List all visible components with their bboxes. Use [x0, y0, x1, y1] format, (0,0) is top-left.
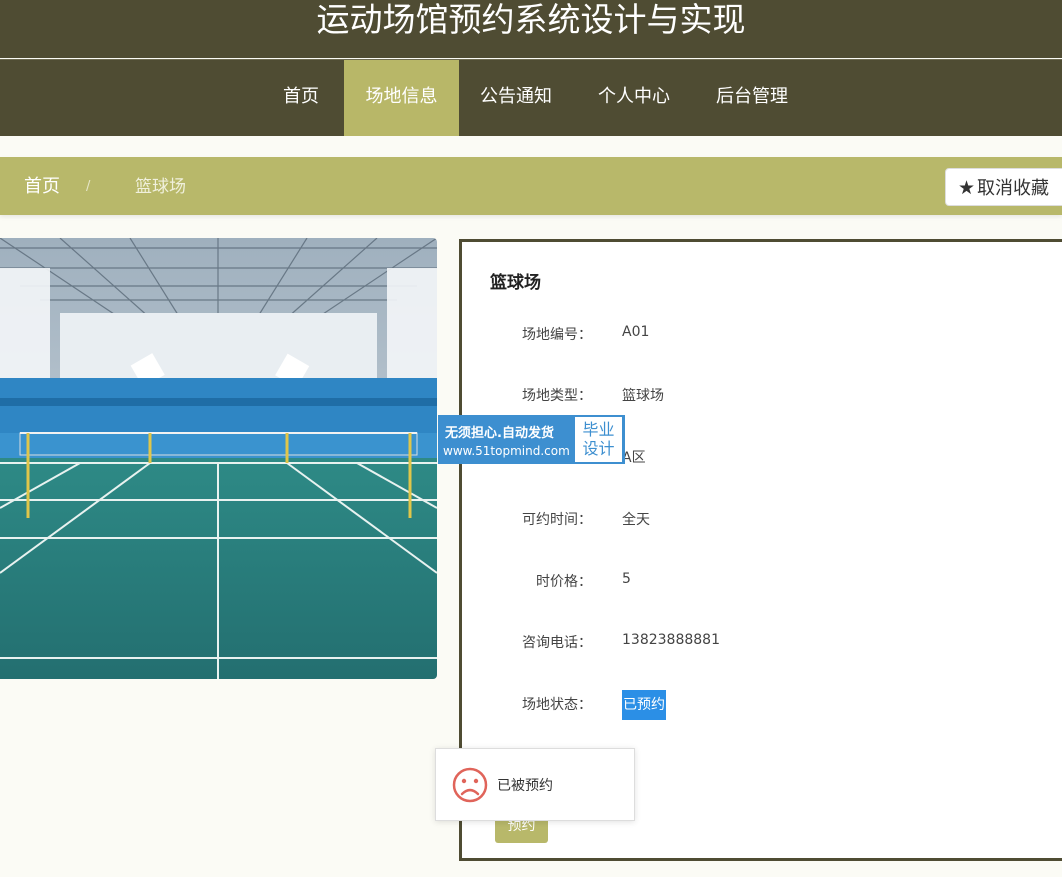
nav-item-profile[interactable]: 个人中心 — [589, 60, 679, 136]
nav-item-home[interactable]: 首页 — [268, 60, 334, 136]
watermark-slogan: 无须担心.自动发货 — [445, 426, 554, 441]
breadcrumb: 首页 / 篮球场 — [0, 157, 1062, 215]
field-value-phone: 13823888881 — [622, 632, 720, 648]
nav-item-venues[interactable]: 场地信息 — [344, 60, 459, 136]
watermark-badge-line1: 毕业 — [582, 420, 615, 439]
nav-item-admin[interactable]: 后台管理 — [707, 60, 797, 136]
field-label-type: 场地类型： — [522, 388, 592, 404]
venue-photo — [0, 238, 437, 679]
unfavorite-button[interactable]: ★ 取消收藏 — [945, 168, 1062, 206]
field-value-status: 已预约 — [622, 690, 666, 720]
field-value-price: 5 — [622, 571, 631, 587]
field-value-time: 全天 — [622, 512, 650, 528]
toast-text: 已被预约 — [497, 778, 553, 794]
field-label-code: 场地编号： — [522, 327, 592, 343]
breadcrumb-current: 篮球场 — [135, 177, 186, 197]
site-title: 运动场馆预约系统设计与实现 — [316, 0, 746, 39]
sad-face-icon — [452, 767, 488, 803]
field-value-area: A区 — [622, 450, 646, 466]
field-value-type: 篮球场 — [622, 388, 664, 404]
status-badge: 已预约 — [622, 690, 666, 720]
nav-item-notices[interactable]: 公告通知 — [471, 60, 561, 136]
field-label-status: 场地状态： — [522, 697, 592, 713]
breadcrumb-separator: / — [86, 179, 91, 194]
site-header: 运动场馆预约系统设计与实现 — [0, 0, 1062, 58]
watermark: 无须担心.自动发货 www.51topmind.com 毕业 设计 — [438, 415, 625, 464]
field-value-code: A01 — [622, 324, 650, 340]
watermark-badge-line2: 设计 — [582, 439, 615, 458]
field-label-price: 时价格： — [536, 574, 592, 590]
toast-message: 已被预约 — [435, 748, 635, 821]
field-label-time: 可约时间： — [522, 512, 592, 528]
breadcrumb-home[interactable]: 首页 — [24, 157, 60, 217]
unfavorite-label: 取消收藏 — [977, 178, 1050, 199]
venue-name: 篮球场 — [490, 273, 541, 293]
main-nav: 首页 场地信息 公告通知 个人中心 后台管理 — [0, 59, 1062, 136]
star-icon: ★ — [958, 177, 976, 199]
watermark-badge: 毕业 设计 — [575, 417, 622, 462]
watermark-url: www.51topmind.com — [443, 444, 570, 458]
field-label-phone: 咨询电话： — [522, 635, 592, 651]
